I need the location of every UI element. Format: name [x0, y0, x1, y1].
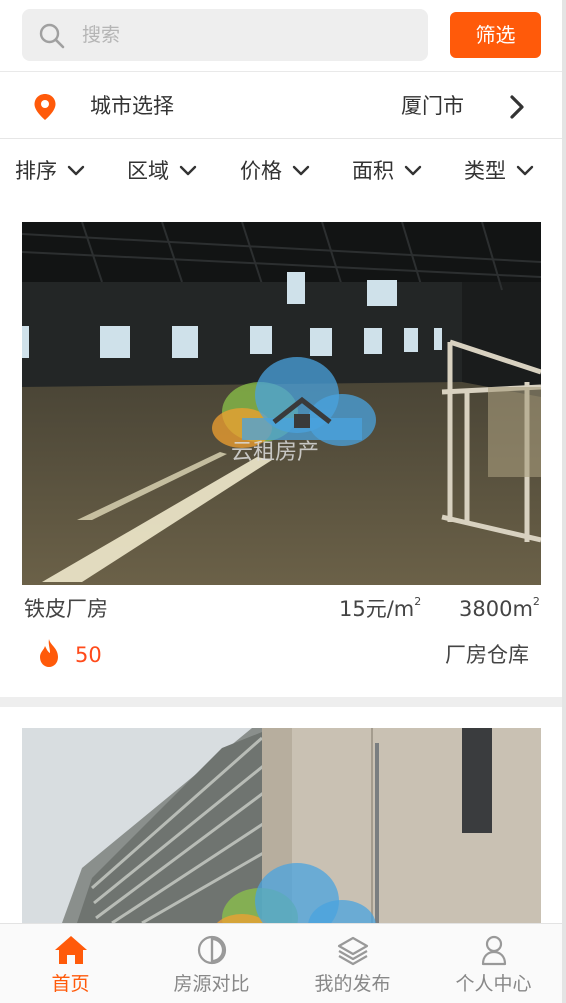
warehouse-interior-image: [22, 222, 541, 585]
layers-icon: [337, 936, 368, 966]
filter-button[interactable]: 筛选: [450, 12, 541, 58]
tab-profile-label: 个人中心: [455, 973, 532, 995]
city-value: 厦门市: [401, 94, 464, 118]
watermark-text: 云租房产: [231, 440, 320, 465]
listing-type: 厂房仓库: [445, 643, 529, 667]
location-pin-icon: [34, 94, 56, 120]
district-dropdown[interactable]: 区域: [127, 156, 197, 186]
app-page: 搜索 筛选 城市选择 厦门市 排序 区域 价格 面积 类型 云租房产 铁皮厂房 …: [0, 0, 566, 1003]
tab-home-label: 首页: [51, 973, 90, 995]
type-dropdown-label: 类型: [464, 159, 506, 183]
sort-dropdown[interactable]: 排序: [15, 156, 85, 186]
tab-compare-label: 房源对比: [173, 973, 250, 995]
tab-my-posts-label: 我的发布: [314, 973, 391, 995]
listing-area: 3800m2: [459, 595, 540, 621]
home-icon: [54, 936, 87, 964]
chevron-down-icon: [67, 165, 85, 176]
chevron-down-icon: [179, 165, 197, 176]
search-placeholder: 搜索: [82, 24, 121, 46]
city-select-row[interactable]: 城市选择 厦门市: [0, 73, 566, 139]
sort-filter-bar: 排序 区域 价格 面积 类型: [0, 140, 566, 204]
bottom-tab-bar: 首页 房源对比 我的发布 个人中心: [0, 923, 566, 1003]
district-dropdown-label: 区域: [127, 159, 169, 183]
chevron-down-icon: [404, 165, 422, 176]
tab-home[interactable]: 首页: [0, 924, 141, 1003]
price-dropdown[interactable]: 价格: [240, 156, 310, 186]
listing-price: 15元/m2: [339, 595, 422, 621]
chevron-right-icon: [510, 95, 524, 119]
scroll-edge: [562, 0, 566, 1003]
type-dropdown[interactable]: 类型: [464, 156, 534, 186]
tab-compare[interactable]: 房源对比: [141, 924, 282, 1003]
area-dropdown-label: 面积: [352, 159, 394, 183]
listing-card[interactable]: [0, 707, 566, 923]
chevron-down-icon: [292, 165, 310, 176]
compare-icon: [197, 935, 226, 965]
listing-photo[interactable]: [22, 728, 541, 923]
search-icon: [39, 23, 65, 49]
sort-dropdown-label: 排序: [15, 159, 57, 183]
listing-card[interactable]: 云租房产 铁皮厂房 15元/m2 3800m2 50 厂房仓库: [0, 222, 566, 697]
city-select-label: 城市选择: [90, 94, 174, 118]
search-input[interactable]: 搜索: [22, 9, 428, 61]
building-exterior-image: [22, 728, 541, 923]
listing-heat-count: 50: [75, 643, 102, 667]
listing-photo[interactable]: 云租房产: [22, 222, 541, 585]
user-icon: [481, 935, 506, 966]
tab-profile[interactable]: 个人中心: [423, 924, 564, 1003]
area-dropdown[interactable]: 面积: [352, 156, 422, 186]
flame-icon: [40, 639, 58, 667]
card-divider: [0, 697, 566, 707]
price-dropdown-label: 价格: [240, 159, 282, 183]
tab-my-posts[interactable]: 我的发布: [282, 924, 423, 1003]
top-bar: 搜索 筛选: [0, 0, 566, 72]
chevron-down-icon: [516, 165, 534, 176]
listing-title: 铁皮厂房: [24, 597, 108, 621]
